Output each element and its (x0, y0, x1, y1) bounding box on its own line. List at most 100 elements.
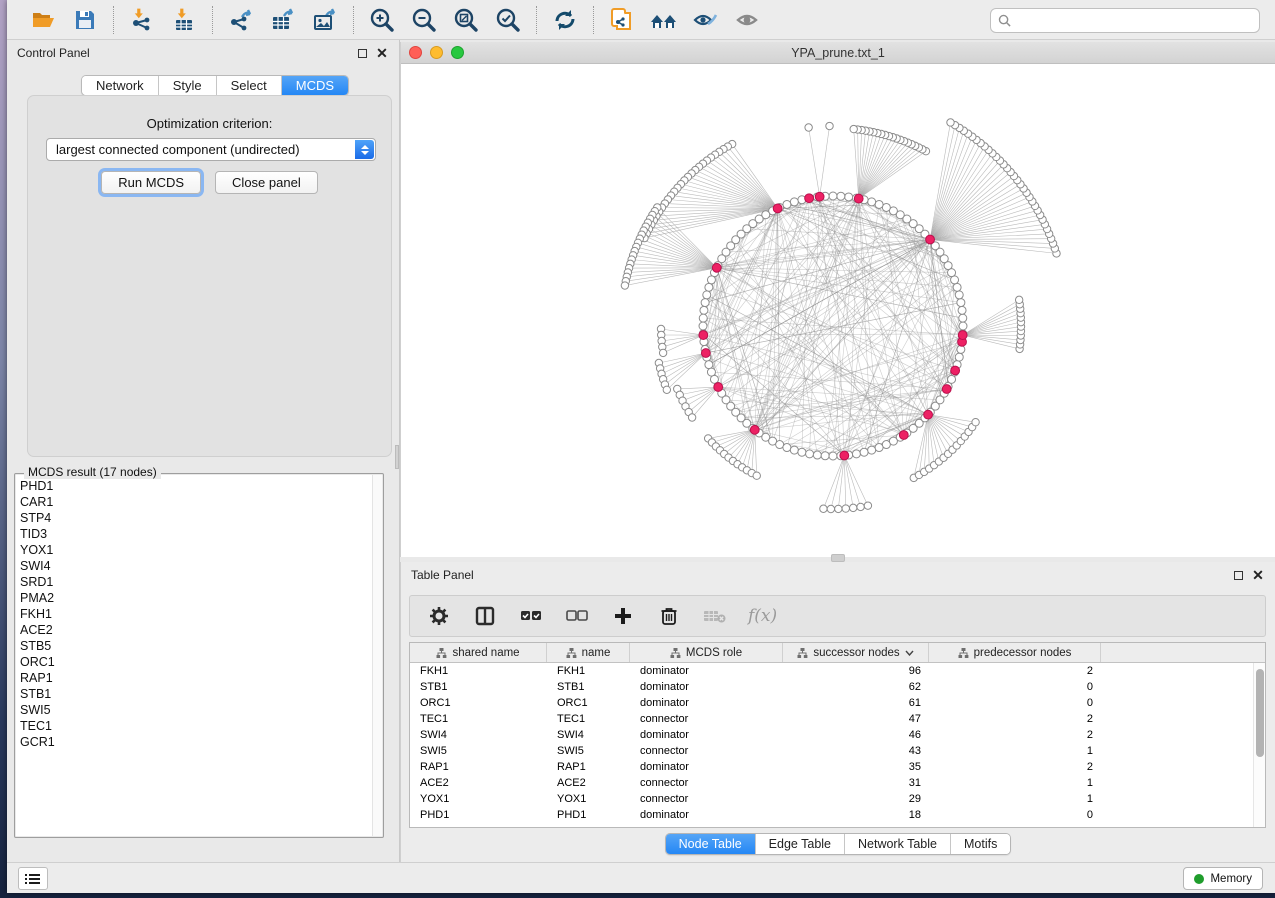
table-row[interactable]: RAP1RAP1dominator352 (410, 759, 1265, 775)
leaf-node[interactable] (688, 414, 695, 421)
zoom-selected-button[interactable] (490, 4, 526, 36)
network-node[interactable] (955, 291, 963, 299)
mcds-hub-node[interactable] (840, 451, 849, 460)
leaf-node[interactable] (663, 386, 670, 393)
vertical-splitter-handle[interactable] (395, 445, 399, 469)
network-node[interactable] (860, 448, 868, 456)
mcds-result-item[interactable]: RAP1 (20, 670, 372, 686)
mcds-hub-node[interactable] (958, 331, 967, 340)
tab-network[interactable]: Network (82, 76, 159, 95)
column-header-MCDS-role[interactable]: MCDS role (630, 643, 783, 662)
leaf-node[interactable] (826, 122, 833, 129)
table-scrollbar[interactable] (1253, 663, 1265, 827)
mcds-hub-node[interactable] (712, 263, 721, 272)
network-node[interactable] (957, 345, 965, 353)
network-node[interactable] (821, 452, 829, 460)
tab-motifs[interactable]: Motifs (951, 834, 1010, 854)
criterion-select[interactable]: largest connected component (undirected) (46, 138, 376, 161)
table-row[interactable]: SWI4SWI4dominator462 (410, 727, 1265, 743)
leaf-node[interactable] (1015, 296, 1022, 303)
mcds-hub-node[interactable] (773, 204, 782, 213)
memory-button[interactable]: Memory (1183, 867, 1263, 890)
table-row[interactable]: ORC1ORC1dominator610 (410, 695, 1265, 711)
tab-mcds[interactable]: MCDS (282, 76, 348, 95)
network-node[interactable] (703, 291, 711, 299)
mcds-result-item[interactable]: SWI4 (20, 558, 372, 574)
network-node[interactable] (852, 450, 860, 458)
network-node[interactable] (868, 198, 876, 206)
column-header-successor-nodes[interactable]: successor nodes (783, 643, 929, 662)
leaf-node[interactable] (857, 503, 864, 510)
close-table-panel-icon[interactable]: ✕ (1251, 568, 1265, 582)
table-row[interactable]: ACE2ACE2connector311 (410, 775, 1265, 791)
leaf-node[interactable] (849, 504, 856, 511)
export-table-button[interactable] (265, 4, 301, 36)
import-table-button[interactable] (166, 4, 202, 36)
mcds-result-item[interactable]: STP4 (20, 510, 372, 526)
float-table-panel-icon[interactable] (1231, 568, 1245, 582)
mcds-result-item[interactable]: ORC1 (20, 654, 372, 670)
table-row[interactable]: PHD1PHD1dominator180 (410, 807, 1265, 823)
add-row-button[interactable] (610, 603, 636, 629)
leaf-node[interactable] (864, 502, 871, 509)
close-panel-button[interactable]: Close panel (215, 171, 318, 194)
column-header-name[interactable]: name (547, 643, 630, 662)
network-graph[interactable] (401, 64, 1269, 557)
table-settings-button[interactable] (426, 603, 452, 629)
network-node[interactable] (957, 299, 965, 307)
mcds-result-item[interactable]: SRD1 (20, 574, 372, 590)
mcds-result-item[interactable]: SWI5 (20, 702, 372, 718)
network-node[interactable] (868, 446, 876, 454)
mcds-hub-node[interactable] (951, 366, 960, 375)
network-node[interactable] (783, 444, 791, 452)
mcds-result-list[interactable]: PHD1CAR1STP4TID3YOX1SWI4SRD1PMA2FKH1ACE2… (16, 475, 372, 836)
network-node[interactable] (806, 450, 814, 458)
leaf-node[interactable] (621, 282, 628, 289)
network-node[interactable] (875, 200, 883, 208)
network-node[interactable] (700, 306, 708, 314)
table-row[interactable]: STB1STB1dominator620 (410, 679, 1265, 695)
mcds-hub-node[interactable] (750, 425, 759, 434)
network-node[interactable] (959, 314, 967, 322)
close-window-icon[interactable] (409, 46, 422, 59)
mcds-hub-node[interactable] (854, 194, 863, 203)
import-network-button[interactable] (124, 4, 160, 36)
mcds-hub-node[interactable] (815, 192, 824, 201)
tab-style[interactable]: Style (159, 76, 217, 95)
network-node[interactable] (829, 452, 837, 460)
run-mcds-button[interactable]: Run MCDS (101, 171, 201, 194)
network-node[interactable] (699, 322, 707, 330)
open-session-button[interactable] (25, 4, 61, 36)
search-box[interactable] (990, 8, 1260, 33)
mcds-hub-node[interactable] (899, 431, 908, 440)
tab-edge-table[interactable]: Edge Table (756, 834, 845, 854)
network-node[interactable] (953, 283, 961, 291)
show-columns-button[interactable] (472, 603, 498, 629)
network-node[interactable] (837, 192, 845, 200)
search-input[interactable] (1016, 14, 1252, 28)
network-window-titlebar[interactable]: YPA_prune.txt_1 (401, 42, 1275, 64)
task-history-button[interactable] (18, 867, 48, 890)
column-header-predecessor-nodes[interactable]: predecessor nodes (929, 643, 1101, 662)
first-neighbors-button[interactable] (646, 4, 682, 36)
network-node[interactable] (958, 306, 966, 314)
mcds-result-item[interactable]: GCR1 (20, 734, 372, 750)
mcds-hub-node[interactable] (926, 235, 935, 244)
network-node[interactable] (705, 283, 713, 291)
minimize-window-icon[interactable] (430, 46, 443, 59)
maximize-window-icon[interactable] (451, 46, 464, 59)
mcds-result-item[interactable]: FKH1 (20, 606, 372, 622)
network-node[interactable] (959, 322, 967, 330)
network-node[interactable] (790, 198, 798, 206)
mcds-result-item[interactable]: PHD1 (20, 478, 372, 494)
network-node[interactable] (829, 192, 837, 200)
network-node[interactable] (699, 314, 707, 322)
zoom-out-button[interactable] (406, 4, 442, 36)
close-panel-icon[interactable]: ✕ (375, 46, 389, 60)
network-node[interactable] (790, 446, 798, 454)
deselect-all-button[interactable] (564, 603, 590, 629)
zoom-fit-button[interactable] (448, 4, 484, 36)
tab-select[interactable]: Select (217, 76, 282, 95)
mcds-hub-node[interactable] (805, 194, 814, 203)
mcds-result-item[interactable]: ACE2 (20, 622, 372, 638)
